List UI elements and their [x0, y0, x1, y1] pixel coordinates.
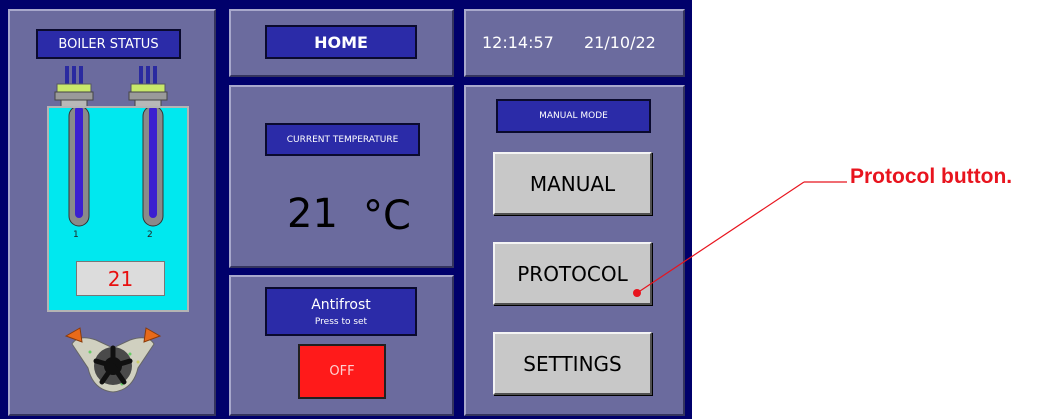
callout-leader-line: [633, 181, 847, 297]
protocol-button-callout: Protocol button.: [850, 165, 1013, 188]
